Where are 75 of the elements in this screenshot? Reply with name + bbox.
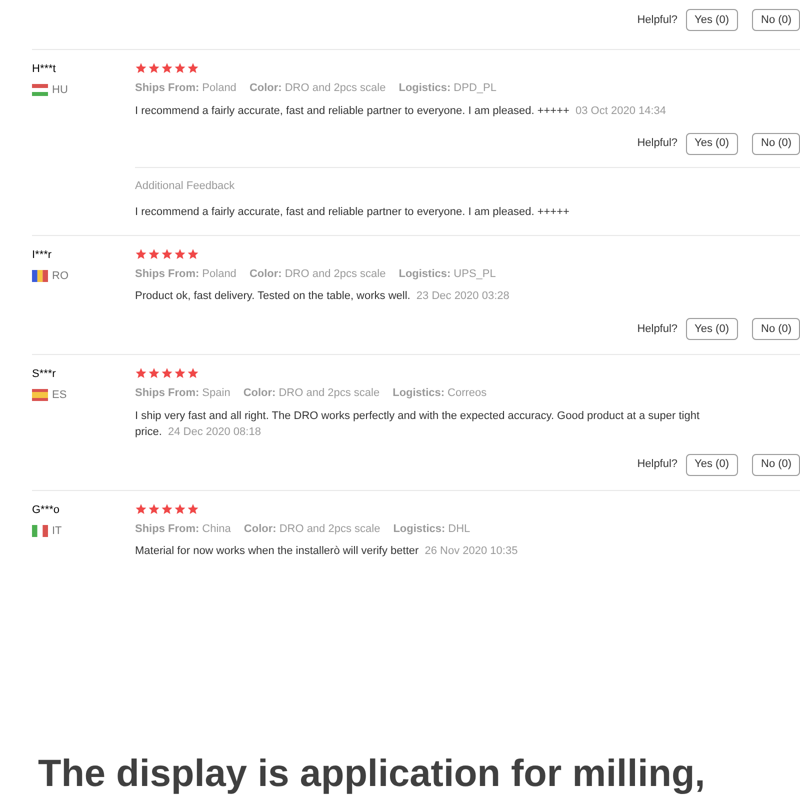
star-icon xyxy=(135,502,147,514)
star-icon xyxy=(187,62,199,74)
yes-button[interactable]: Yes (0) xyxy=(686,9,738,31)
meta-label: Color: xyxy=(244,522,276,536)
meta-label: Color: xyxy=(249,81,282,96)
star-icon xyxy=(148,367,160,379)
meta-value: Poland xyxy=(202,81,236,96)
flag-icon xyxy=(32,524,48,537)
star-icon xyxy=(187,367,199,379)
additional-feedback-title: Additional Feedback xyxy=(135,178,236,194)
meta-label: Logistics: xyxy=(392,386,445,401)
meta-value: DRO and 2pcs scale xyxy=(278,386,380,401)
star-icon xyxy=(187,502,199,514)
flag-icon xyxy=(32,389,48,402)
star-icon xyxy=(135,62,147,74)
star-icon xyxy=(161,367,173,379)
meta-label: Logistics: xyxy=(398,266,451,282)
country-code: RO xyxy=(52,268,68,284)
yes-button[interactable]: Yes (0) xyxy=(686,132,738,154)
meta-label: Color: xyxy=(243,386,276,401)
helpful-label: Helpful? xyxy=(637,12,678,28)
country-code: HU xyxy=(52,83,68,98)
reviewer-name: G***o xyxy=(32,502,61,516)
yes-button[interactable]: Yes (0) xyxy=(686,454,738,476)
review-text: I recommend a fairly accurate, fast and reliable partner to everyone. I am pleased. +++++ 03 Oct 2020 14:34 xyxy=(135,104,666,118)
no-button[interactable]: No (0) xyxy=(752,9,800,31)
yes-button[interactable]: Yes (0) xyxy=(686,318,738,340)
star-icon xyxy=(148,502,160,514)
meta-label: Ships From: xyxy=(135,386,200,401)
meta-label: Color: xyxy=(249,266,282,282)
meta-value: DHL xyxy=(448,522,470,536)
flag-icon xyxy=(32,84,48,96)
additional-feedback-text: I recommend a fairly accurate, fast and reliable partner to everyone. I am pleased. +++++ xyxy=(135,205,570,220)
star-icon xyxy=(161,248,173,260)
helpful-label: Helpful? xyxy=(637,322,678,337)
star-icon xyxy=(187,248,199,260)
section-heading: The display is application for milling, xyxy=(38,752,706,796)
review-text: I ship very fast and all right. The DRO works perfectly and with the expected accuracy. Good product at a super tight price. 24 Dec 2020 08:18 xyxy=(135,408,701,440)
meta-value: DRO and 2pcs scale xyxy=(284,81,386,96)
meta-value: DRO and 2pcs scale xyxy=(279,522,380,536)
meta-label: Logistics: xyxy=(398,81,451,96)
meta-label: Logistics: xyxy=(393,522,446,536)
no-button[interactable]: No (0) xyxy=(752,132,800,154)
meta-value: DRO and 2pcs scale xyxy=(284,266,386,282)
meta-value: China xyxy=(202,522,231,536)
flag-icon xyxy=(32,270,48,282)
star-icon xyxy=(174,367,186,379)
review-text: Product ok, fast delivery. Tested on the table, works well. 23 Dec 2020 03:28 xyxy=(135,289,510,304)
country-code: ES xyxy=(52,388,67,403)
meta-value: Poland xyxy=(202,266,236,282)
star-icon xyxy=(161,62,173,74)
meta-value: DPD_PL xyxy=(454,81,496,96)
star-icon xyxy=(148,62,160,74)
star-icon xyxy=(135,248,147,260)
star-icon xyxy=(174,62,186,74)
star-icon xyxy=(174,502,186,514)
helpful-label: Helpful? xyxy=(637,457,678,472)
meta-value: Correos xyxy=(448,386,487,401)
reviewer-name: H***t xyxy=(32,62,57,76)
no-button[interactable]: No (0) xyxy=(752,318,800,340)
star-icon xyxy=(161,502,173,514)
star-icon xyxy=(174,248,186,260)
star-icon xyxy=(135,367,147,379)
reviewer-name: I***r xyxy=(32,248,53,262)
review-text: Material for now works when the installerò will verify better 26 Nov 2020 10:35 xyxy=(135,544,518,559)
meta-label: Ships From: xyxy=(135,266,200,282)
helpful-label: Helpful? xyxy=(637,136,678,152)
meta-label: Ships From: xyxy=(135,81,200,96)
no-button[interactable]: No (0) xyxy=(752,454,800,476)
meta-label: Ships From: xyxy=(135,522,200,536)
country-code: IT xyxy=(52,524,62,538)
meta-value: Spain xyxy=(202,386,230,401)
star-icon xyxy=(148,248,160,260)
reviewer-name: S***r xyxy=(32,367,57,381)
meta-value: UPS_PL xyxy=(454,266,496,282)
